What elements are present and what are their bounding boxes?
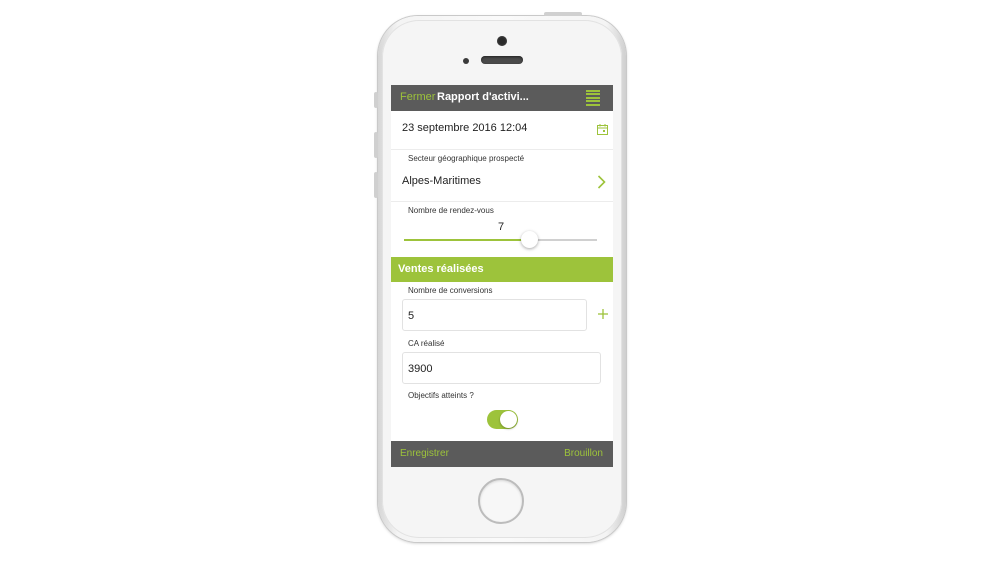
sector-value: Alpes-Maritimes [402, 175, 481, 187]
proximity-sensor [463, 58, 469, 64]
app-screen: Fermer Rapport d'activi... 23 septembre … [391, 85, 613, 467]
silent-switch [374, 92, 378, 108]
conversions-label: Nombre de conversions [408, 286, 493, 295]
section-header: Ventes réalisées [391, 257, 613, 282]
conversions-input[interactable]: 5 [402, 299, 587, 331]
toggle-knob [500, 411, 517, 428]
sector-row[interactable]: Secteur géographique prospecté Alpes-Mar… [391, 151, 613, 202]
objectives-toggle[interactable] [487, 410, 518, 429]
slider-thumb[interactable] [521, 231, 539, 248]
plus-icon[interactable] [598, 309, 608, 319]
hamburger-icon[interactable] [586, 90, 600, 106]
sector-label: Secteur géographique prospecté [408, 154, 525, 163]
revenue-input[interactable]: 3900 [402, 352, 601, 384]
objectives-label: Objectifs atteints ? [408, 391, 474, 400]
calendar-icon[interactable] [597, 124, 608, 135]
home-button[interactable] [478, 478, 524, 524]
close-button[interactable]: Fermer [400, 91, 435, 103]
volume-down-button [374, 172, 378, 198]
appointments-slider[interactable] [404, 231, 597, 248]
chevron-right-icon [597, 175, 606, 189]
page-title: Rapport d'activi... [437, 91, 529, 103]
section-title: Ventes réalisées [398, 263, 484, 275]
power-button [544, 12, 582, 16]
draft-button[interactable]: Brouillon [564, 448, 603, 459]
save-button[interactable]: Enregistrer [400, 448, 449, 459]
bottom-toolbar: Enregistrer Brouillon [391, 441, 613, 467]
appointments-label: Nombre de rendez-vous [408, 206, 494, 215]
earpiece-speaker [481, 56, 523, 64]
top-navbar: Fermer Rapport d'activi... [391, 85, 613, 111]
date-row[interactable]: 23 septembre 2016 12:04 [391, 111, 613, 150]
slider-fill [404, 239, 530, 241]
revenue-label: CA réalisé [408, 339, 445, 348]
appointments-value: 7 [498, 221, 505, 233]
front-camera [497, 36, 507, 46]
volume-up-button [374, 132, 378, 158]
date-value: 23 septembre 2016 12:04 [402, 122, 528, 134]
conversions-value: 5 [408, 310, 415, 322]
revenue-value: 3900 [408, 363, 433, 375]
